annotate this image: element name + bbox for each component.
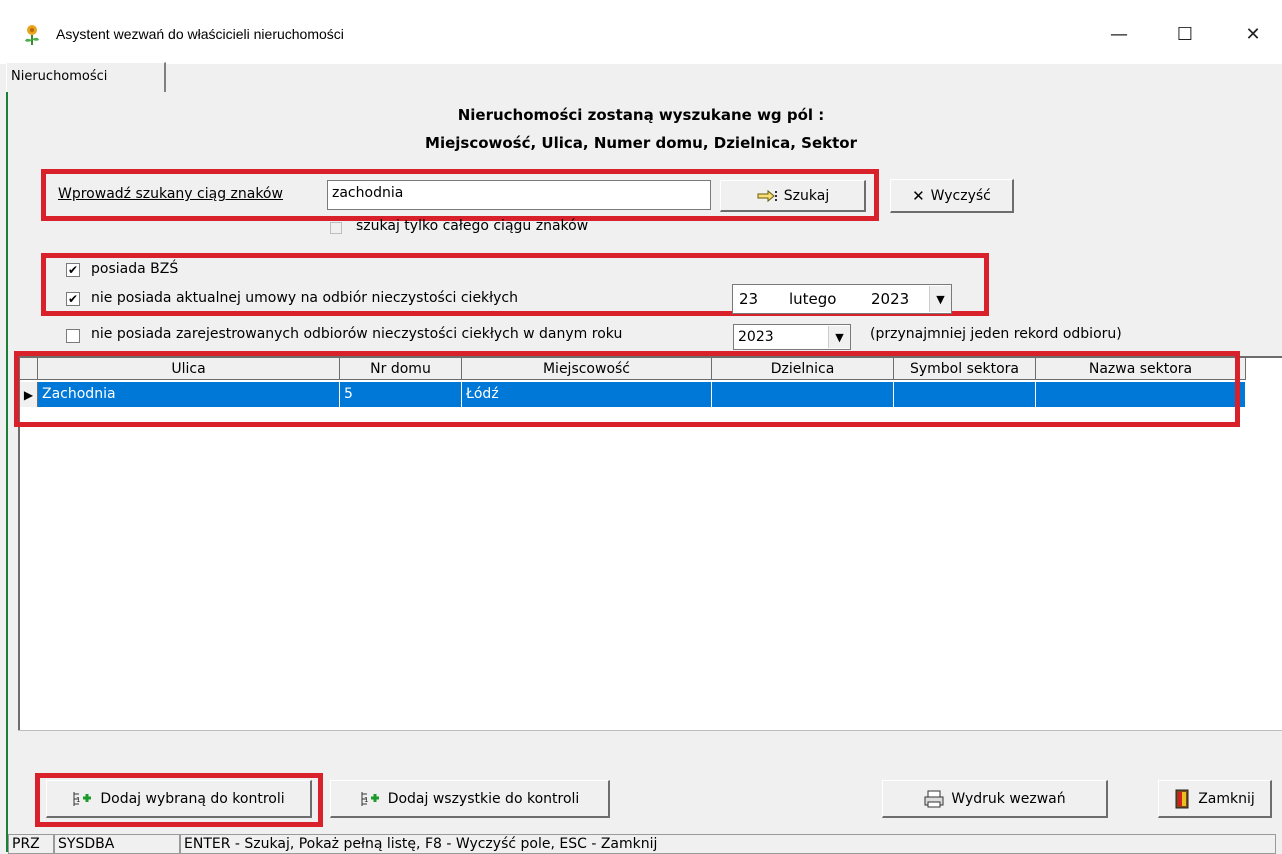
has-bzs-checkbox[interactable]: ✔: [66, 263, 80, 277]
search-label: Wprowadź szukany ciąg znaków: [58, 186, 283, 202]
tab-label: Nieruchomości: [11, 69, 108, 84]
add-selected-label: Dodaj wybraną do kontroli: [100, 790, 285, 807]
add-list-icon: 1: [361, 791, 379, 806]
close-button[interactable]: Zamknij: [1158, 780, 1272, 818]
maximize-button[interactable]: ☐: [1162, 18, 1208, 50]
search-button[interactable]: Szukaj: [720, 180, 866, 212]
date-month: lutego: [789, 290, 837, 308]
close-button-label: Zamknij: [1198, 790, 1255, 807]
window-title: Asystent wezwań do właścicieli nieruchom…: [56, 26, 344, 42]
status-user: SYSDBA: [54, 834, 180, 854]
status-mode: PRZ: [8, 834, 54, 854]
no-registered-label: nie posiada zarejestrowanych odbiorów ni…: [91, 326, 623, 342]
no-contract-label: nie posiada aktualnej umowy na odbiór ni…: [91, 290, 518, 306]
date-day: 23: [739, 290, 759, 308]
add-all-label: Dodaj wszystkie do kontroli: [387, 790, 580, 807]
print-summons-button[interactable]: Wydruk wezwań: [882, 780, 1108, 818]
no-contract-checkbox[interactable]: ✔: [66, 292, 80, 306]
status-hint: ENTER - Szukaj, Pokaż pełną listę, F8 - …: [180, 834, 1276, 854]
close-window-button[interactable]: ✕: [1230, 18, 1276, 50]
close-icon: ✕: [912, 186, 925, 205]
horizontal-scrollbar[interactable]: [18, 730, 1282, 760]
whole-string-label: szukaj tylko całego ciągu znaków: [356, 218, 589, 234]
chevron-down-icon[interactable]: ▼: [929, 286, 951, 312]
svg-text:1: 1: [364, 796, 368, 804]
no-registered-checkbox[interactable]: [66, 329, 80, 343]
date-year: 2023: [871, 290, 910, 308]
has-bzs-label: posiada BZŚ: [91, 261, 179, 277]
tab-nieruchomosci[interactable]: Nieruchomości: [6, 62, 166, 92]
highlight-grid: [14, 351, 1240, 427]
heading-line-1: Nieruchomości zostaną wyszukane wg pól :: [457, 106, 825, 124]
search-button-label: Szukaj: [783, 187, 830, 204]
chevron-down-icon[interactable]: ▼: [828, 326, 850, 348]
add-list-icon: 1: [73, 791, 92, 806]
clear-button[interactable]: ✕ Wyczyść: [890, 179, 1014, 213]
flower-app-icon: [25, 25, 39, 45]
whole-string-checkbox[interactable]: [330, 222, 342, 234]
search-input[interactable]: zachodnia: [327, 180, 711, 210]
print-summons-label: Wydruk wezwań: [951, 790, 1066, 807]
add-selected-button[interactable]: 1 Dodaj wybraną do kontroli: [46, 780, 312, 818]
exit-door-icon: [1175, 789, 1189, 808]
year-select[interactable]: 2023 ▼: [733, 324, 851, 350]
year-note: (przynajmniej jeden rekord odbioru): [870, 326, 1122, 342]
date-picker[interactable]: 23 lutego 2023 ▼: [732, 284, 952, 314]
search-hand-icon: [757, 189, 777, 202]
printer-icon: [924, 790, 944, 807]
minimize-button[interactable]: —: [1096, 18, 1142, 50]
heading-line-2: Miejscowość, Ulica, Numer domu, Dzielnic…: [425, 134, 857, 152]
svg-text:1: 1: [76, 796, 80, 804]
year-value: 2023: [738, 329, 774, 345]
title-bar: Asystent wezwań do właścicieli nieruchom…: [0, 0, 1282, 64]
status-bar: PRZ SYSDBA ENTER - Szukaj, Pokaż pełną l…: [0, 834, 1282, 854]
add-all-button[interactable]: 1 Dodaj wszystkie do kontroli: [330, 780, 610, 818]
clear-button-label: Wyczyść: [930, 187, 991, 204]
